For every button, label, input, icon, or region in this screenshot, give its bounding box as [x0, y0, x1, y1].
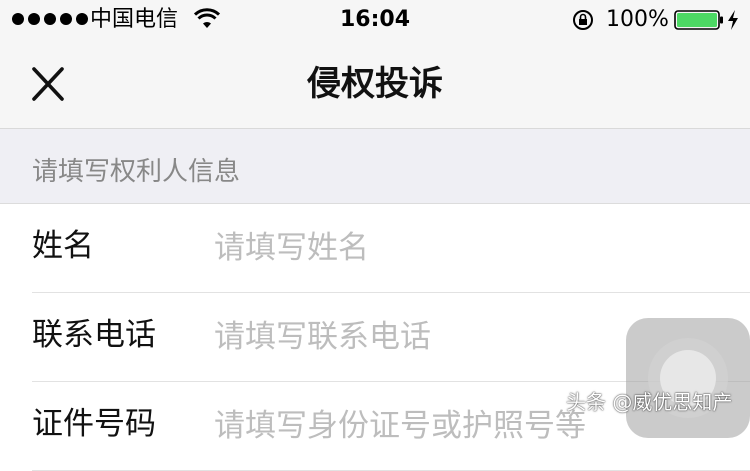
section-header-text: 请填写权利人信息	[32, 157, 241, 187]
assistive-touch-button[interactable]	[626, 318, 750, 438]
id-number-label: 证件号码	[32, 406, 156, 442]
battery-icon	[674, 10, 723, 30]
page-title: 侵权投诉	[307, 64, 443, 104]
phone-label: 联系电话	[32, 317, 156, 353]
nav-bar: 侵权投诉	[0, 40, 750, 129]
name-input[interactable]	[214, 218, 714, 278]
status-bar: 中国电信 16:04 100%	[0, 0, 750, 40]
name-label: 姓名	[32, 228, 94, 264]
charge-icon	[728, 10, 738, 30]
battery-percent: 100%	[606, 7, 669, 32]
close-icon	[32, 67, 64, 101]
form-row-name: 姓名	[32, 204, 750, 293]
close-button[interactable]	[22, 60, 74, 108]
lock-icon	[573, 10, 593, 30]
section-header: 请填写权利人信息	[0, 129, 750, 204]
watermark: 头条 @威优思知产	[566, 390, 733, 414]
